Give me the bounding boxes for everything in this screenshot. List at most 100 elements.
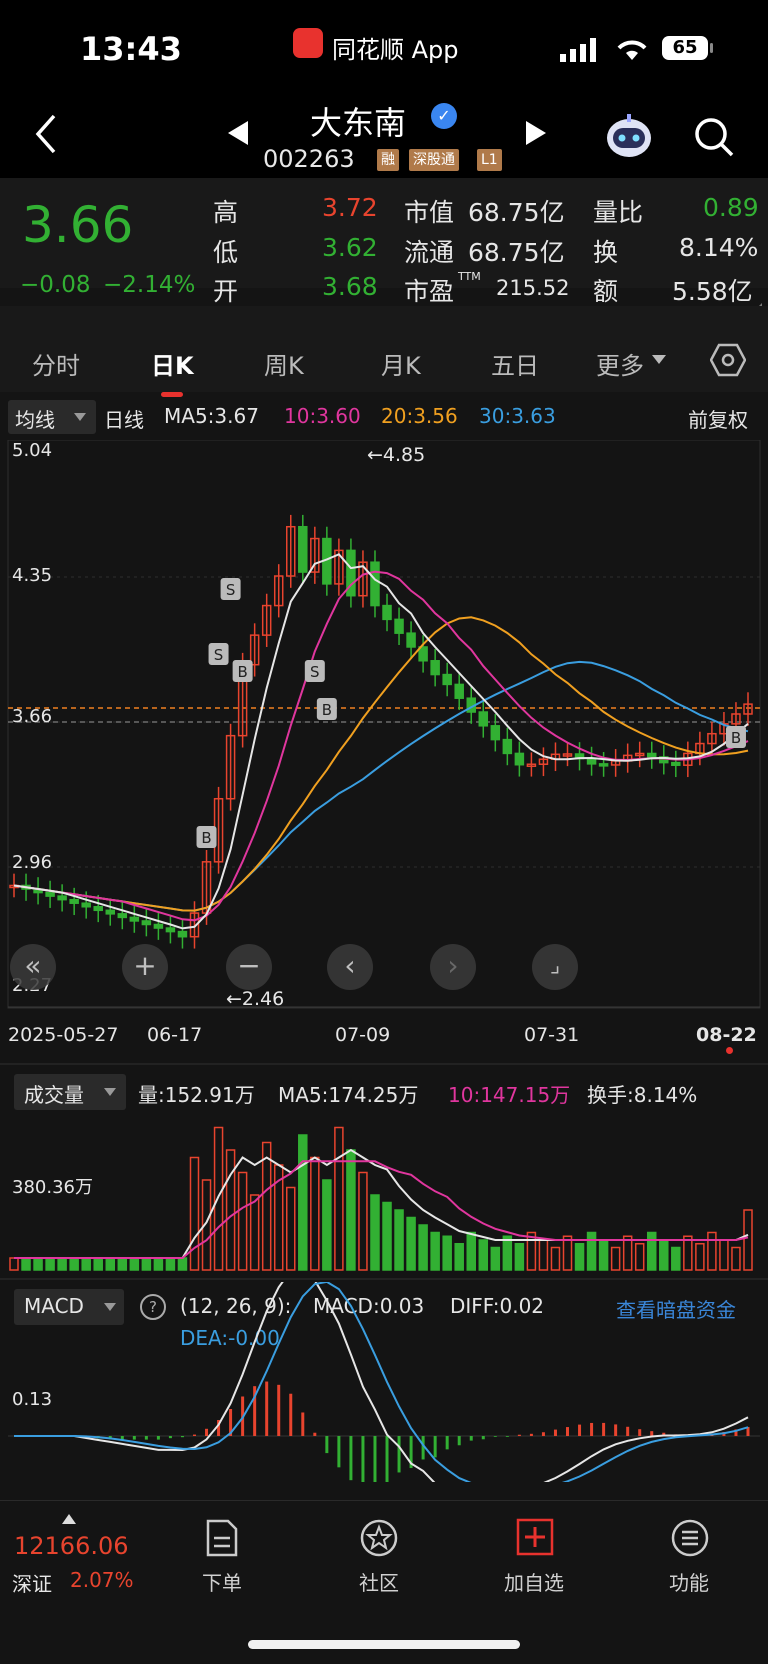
volume-bar bbox=[695, 1243, 705, 1271]
volume-bar bbox=[81, 1257, 91, 1271]
volume-bar bbox=[646, 1231, 657, 1271]
candle-body bbox=[382, 604, 392, 621]
tag-level: L1 bbox=[477, 149, 502, 171]
collapse-left-button[interactable]: « bbox=[10, 944, 56, 990]
index-up-arrow-icon bbox=[62, 1514, 76, 1524]
zoom-out-button[interactable]: − bbox=[226, 944, 272, 990]
macd-histogram bbox=[84, 1381, 750, 1482]
volume-value: 量:152.91万 bbox=[138, 1083, 255, 1107]
candle-body bbox=[671, 761, 681, 766]
candle-body bbox=[153, 923, 164, 929]
function-button-label[interactable]: 功能 bbox=[649, 1567, 729, 1596]
volume-bar bbox=[165, 1257, 176, 1271]
last-price: 3.66 bbox=[22, 196, 134, 254]
settings-hex-icon[interactable] bbox=[710, 343, 746, 377]
candle-body bbox=[394, 618, 404, 634]
pe-value: 215.52 bbox=[496, 276, 570, 300]
volume-bar bbox=[430, 1231, 440, 1271]
volume-ratio-value: 0.89 bbox=[703, 193, 759, 222]
adjust-mode[interactable]: 前复权 bbox=[688, 404, 748, 433]
robot-assistant-icon[interactable] bbox=[604, 112, 654, 160]
volume-bar bbox=[634, 1243, 645, 1271]
trade-marker-label: B bbox=[201, 829, 211, 847]
home-indicator bbox=[248, 1640, 520, 1649]
candle-body bbox=[69, 898, 79, 904]
app-logo-icon bbox=[293, 28, 323, 58]
trade-marker-label: B bbox=[237, 663, 247, 681]
mcap-value: 68.75亿 bbox=[468, 198, 565, 227]
volume-bar bbox=[586, 1231, 597, 1271]
tab-monthly-k[interactable]: 月K bbox=[381, 346, 421, 381]
volume-ma5: MA5:174.25万 bbox=[278, 1083, 419, 1107]
volume-bar bbox=[454, 1243, 464, 1271]
scroll-right-button[interactable]: › bbox=[430, 944, 476, 990]
ma20-legend: 20:3.56 bbox=[381, 404, 458, 428]
volume-bar bbox=[358, 1171, 368, 1271]
float-label: 流通 bbox=[404, 238, 455, 267]
y-tick-top: 5.04 bbox=[12, 440, 53, 461]
ma5-line bbox=[13, 553, 749, 930]
scroll-left-button[interactable]: ‹ bbox=[327, 944, 373, 990]
candle-body bbox=[81, 902, 91, 908]
ma5-legend: MA5:3.67 bbox=[164, 404, 259, 428]
current-date-dot bbox=[726, 1047, 733, 1054]
tab-intraday[interactable]: 分时 bbox=[32, 346, 80, 381]
volume-bar bbox=[538, 1239, 549, 1271]
tab-daily-k[interactable]: 日K bbox=[151, 346, 194, 381]
prev-stock-icon[interactable] bbox=[226, 120, 250, 146]
active-tab-indicator bbox=[161, 392, 183, 397]
volume-bar bbox=[261, 1141, 272, 1271]
candle-body bbox=[298, 525, 308, 573]
community-button-label[interactable]: 社区 bbox=[339, 1567, 419, 1596]
candle-body bbox=[430, 660, 440, 676]
menu-icon[interactable] bbox=[670, 1518, 710, 1558]
fullscreen-button[interactable]: ⌟ bbox=[532, 944, 578, 990]
search-icon[interactable] bbox=[693, 116, 735, 158]
volume-bar bbox=[69, 1257, 79, 1271]
macd-chart[interactable] bbox=[0, 1282, 768, 1482]
volume-bar bbox=[394, 1209, 404, 1271]
volume-bar bbox=[9, 1257, 19, 1271]
trade-marker-label: B bbox=[322, 701, 332, 719]
index-value[interactable]: 12166.06 bbox=[14, 1532, 129, 1560]
candle-body bbox=[141, 920, 152, 926]
volume-bar bbox=[225, 1149, 236, 1271]
mcap-label: 市值 bbox=[404, 198, 455, 227]
volume-bar bbox=[33, 1257, 43, 1271]
max-price-label: ←4.85 bbox=[367, 444, 426, 466]
zoom-in-button[interactable]: + bbox=[122, 944, 168, 990]
stock-code: 002263 bbox=[263, 145, 355, 173]
more-dropdown-icon bbox=[652, 355, 666, 364]
volume-bar bbox=[502, 1235, 513, 1271]
candle-body bbox=[370, 561, 380, 607]
add-watchlist-label[interactable]: 加自选 bbox=[494, 1567, 574, 1596]
min-price-label: ←2.46 bbox=[226, 988, 285, 1010]
volume-ratio-label: 量比 bbox=[593, 198, 644, 227]
volume-chart[interactable] bbox=[0, 1110, 768, 1272]
next-stock-icon[interactable] bbox=[524, 120, 548, 146]
back-icon[interactable] bbox=[34, 114, 58, 154]
volume-bar bbox=[610, 1246, 621, 1271]
volume-bar bbox=[189, 1156, 200, 1271]
tab-weekly-k[interactable]: 周K bbox=[264, 346, 304, 381]
verified-icon: ✓ bbox=[431, 103, 457, 129]
candle-body bbox=[45, 891, 55, 897]
order-button-label[interactable]: 下单 bbox=[182, 1567, 262, 1596]
add-watchlist-icon[interactable] bbox=[516, 1518, 554, 1556]
open-value: 3.68 bbox=[322, 272, 378, 301]
candle-body bbox=[418, 646, 428, 662]
amount-label: 额 bbox=[593, 277, 619, 306]
battery-tip bbox=[710, 43, 713, 53]
tab-more[interactable]: 更多 bbox=[596, 346, 644, 381]
x-label: 07-09 bbox=[335, 1024, 391, 1046]
period-label: 日线 bbox=[104, 408, 144, 432]
candle-body bbox=[129, 916, 140, 922]
index-pct: 2.07% bbox=[70, 1568, 134, 1592]
volume-bar bbox=[442, 1235, 452, 1271]
volume-bar bbox=[671, 1246, 681, 1271]
community-icon[interactable] bbox=[358, 1518, 400, 1558]
battery-icon: 65 bbox=[662, 36, 708, 60]
order-icon[interactable] bbox=[203, 1518, 241, 1558]
tab-five-day[interactable]: 五日 bbox=[491, 346, 539, 381]
ma10-line bbox=[13, 570, 749, 922]
